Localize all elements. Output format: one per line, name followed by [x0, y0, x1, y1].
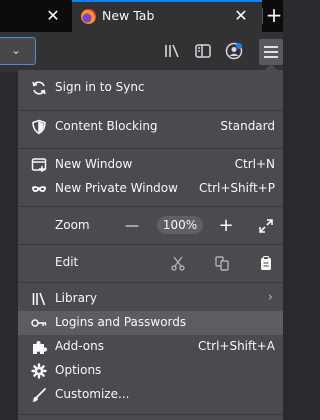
menu-item-new-private-window[interactable]: New Private Window Ctrl+Shift+P: [18, 177, 283, 201]
app-menu-panel: Sign in to Sync Content Blocking Standar…: [18, 70, 283, 420]
menu-item-label: Sign in to Sync: [55, 80, 145, 94]
menu-item-library[interactable]: Library ›: [18, 287, 283, 311]
gear-icon: [31, 363, 47, 379]
library-icon: [31, 291, 47, 307]
menu-item-label: Content Blocking: [55, 119, 158, 133]
library-icon[interactable]: [163, 42, 181, 60]
menu-item-label: Customize...: [55, 387, 130, 401]
menu-item-customize[interactable]: Customize...: [18, 383, 283, 407]
menu-item-label: Add-ons: [55, 339, 104, 353]
tab-title: New Tab: [102, 8, 155, 23]
menu-separator: [18, 414, 283, 415]
puzzle-piece-icon: [31, 339, 47, 355]
paste-icon[interactable]: [258, 255, 274, 271]
new-tab-button[interactable]: +: [265, 3, 283, 27]
edit-label: Edit: [55, 255, 79, 269]
menu-item-options[interactable]: Options: [18, 359, 283, 383]
menu-item-new-window[interactable]: New Window Ctrl+N: [18, 153, 283, 177]
copy-icon[interactable]: [214, 255, 230, 271]
fullscreen-icon: [259, 219, 273, 233]
sidebar-icon[interactable]: [194, 42, 212, 60]
cut-icon[interactable]: [170, 255, 186, 271]
content-blocking-status: Standard: [220, 119, 275, 133]
menu-item-label: Options: [55, 363, 102, 377]
menu-item-content-blocking[interactable]: Content Blocking Standard: [18, 115, 283, 139]
menu-item-edit: Edit: [18, 251, 283, 275]
menu-item-label: Logins and Passwords: [55, 315, 187, 329]
tab-new-tab[interactable]: New Tab ✕: [72, 0, 262, 32]
tab-divider: [262, 8, 263, 24]
keyboard-shortcut: Ctrl+Shift+A: [198, 339, 275, 353]
previous-tab-close-button[interactable]: ✕: [44, 7, 62, 25]
private-mask-icon: [31, 181, 47, 197]
key-icon: [31, 315, 47, 331]
url-bar-dropdown[interactable]: ⌄: [0, 37, 36, 65]
keyboard-shortcut: Ctrl+N: [234, 157, 275, 171]
menu-separator: [18, 244, 283, 245]
menu-separator: [18, 110, 283, 111]
menu-separator: [18, 282, 283, 283]
chevron-right-icon: ›: [267, 290, 273, 305]
nav-toolbar: ⌄: [0, 32, 283, 72]
tab-strip: ✕ New Tab ✕ +: [0, 0, 283, 32]
firefox-logo-icon: [81, 9, 96, 24]
menu-item-zoom: Zoom — 100% +: [18, 214, 283, 238]
zoom-reset-button[interactable]: 100%: [157, 216, 203, 234]
zoom-in-button[interactable]: +: [216, 216, 236, 236]
menu-separator: [18, 206, 283, 207]
paintbrush-icon: [31, 387, 47, 403]
hamburger-menu-button[interactable]: [259, 39, 283, 65]
account-icon[interactable]: [225, 42, 243, 60]
menu-item-logins-passwords[interactable]: Logins and Passwords: [18, 311, 283, 335]
zoom-label: Zoom: [55, 218, 90, 232]
menu-item-sign-in-sync[interactable]: Sign in to Sync: [18, 76, 283, 100]
menu-separator: [18, 148, 283, 149]
sync-icon: [31, 80, 47, 96]
menu-item-label: New Window: [55, 157, 133, 171]
zoom-out-button[interactable]: —: [122, 216, 142, 236]
shield-icon: [31, 119, 47, 135]
keyboard-shortcut: Ctrl+Shift+P: [199, 181, 275, 195]
fullscreen-button[interactable]: [256, 216, 276, 236]
new-window-icon: [31, 157, 47, 173]
menu-item-label: Library: [55, 291, 97, 305]
hamburger-menu-icon: [264, 46, 278, 58]
tab-close-button[interactable]: ✕: [232, 7, 250, 25]
menu-item-addons[interactable]: Add-ons Ctrl+Shift+A: [18, 335, 283, 359]
chevron-down-icon[interactable]: ⌄: [11, 43, 21, 57]
menu-item-label: New Private Window: [55, 181, 178, 195]
